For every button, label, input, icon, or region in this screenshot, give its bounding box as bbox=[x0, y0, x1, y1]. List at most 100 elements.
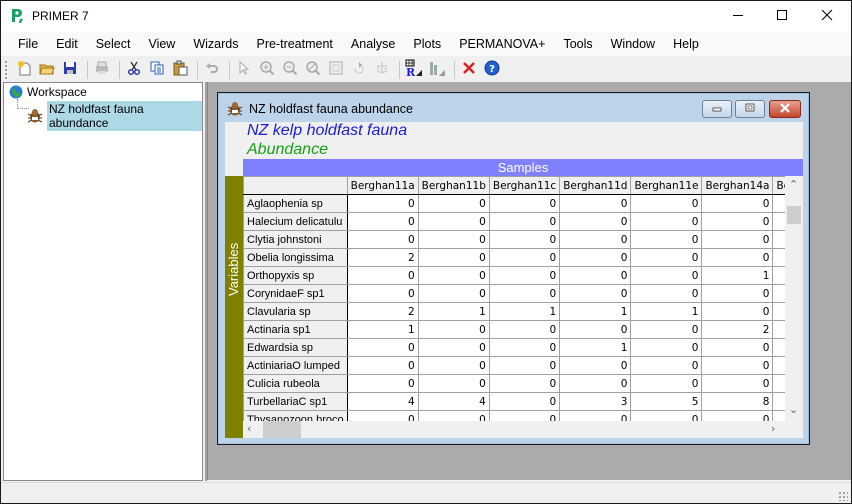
data-cell[interactable]: 0 bbox=[630, 374, 703, 393]
data-cell[interactable]: 0 bbox=[630, 194, 703, 213]
data-cell[interactable]: 1 bbox=[559, 338, 632, 357]
data-cell[interactable]: 0 bbox=[488, 410, 561, 421]
data-cell[interactable]: 0 bbox=[701, 248, 774, 267]
column-header[interactable]: Berghan11b bbox=[417, 176, 490, 195]
row-header[interactable]: Aglaophenia sp bbox=[243, 194, 348, 213]
menu-view[interactable]: View bbox=[139, 33, 184, 55]
data-cell[interactable] bbox=[772, 356, 785, 375]
data-cell[interactable]: 0 bbox=[630, 230, 703, 249]
data-cell[interactable]: 0 bbox=[417, 374, 490, 393]
pointer-button[interactable] bbox=[234, 60, 254, 80]
data-cell[interactable] bbox=[772, 266, 785, 285]
column-header[interactable]: Berghan11c bbox=[488, 176, 561, 195]
data-cell[interactable]: 0 bbox=[630, 284, 703, 303]
data-cell[interactable]: 5 bbox=[630, 392, 703, 411]
data-cell[interactable]: 0 bbox=[417, 212, 490, 231]
data-cell[interactable]: 0 bbox=[559, 374, 632, 393]
data-cell[interactable]: 0 bbox=[346, 356, 419, 375]
print-button[interactable] bbox=[92, 60, 112, 80]
data-cell[interactable]: 0 bbox=[488, 212, 561, 231]
worksheet-restore-button[interactable] bbox=[735, 100, 765, 118]
row-header[interactable]: Thysanozoon broco bbox=[243, 410, 348, 421]
menu-permanova[interactable]: PERMANOVA+ bbox=[450, 33, 554, 55]
data-cell[interactable]: 0 bbox=[488, 284, 561, 303]
data-cell[interactable] bbox=[772, 338, 785, 357]
data-cell[interactable] bbox=[772, 374, 785, 393]
data-cell[interactable]: 0 bbox=[701, 302, 774, 321]
data-cell[interactable]: 0 bbox=[346, 410, 419, 421]
data-cell[interactable]: 0 bbox=[559, 356, 632, 375]
data-cell[interactable]: 0 bbox=[559, 230, 632, 249]
new-file-button[interactable] bbox=[14, 60, 34, 80]
vertical-scrollbar[interactable]: ⌃ ⌄ bbox=[785, 176, 803, 421]
menu-edit[interactable]: Edit bbox=[47, 33, 87, 55]
rotate-button[interactable] bbox=[349, 60, 369, 80]
data-cell[interactable] bbox=[772, 284, 785, 303]
data-cell[interactable]: 1 bbox=[701, 266, 774, 285]
data-cell[interactable]: 0 bbox=[701, 194, 774, 213]
zoom-in-button[interactable] bbox=[257, 60, 277, 80]
cut-button[interactable] bbox=[124, 60, 144, 80]
data-cell[interactable]: 0 bbox=[630, 410, 703, 421]
data-cell[interactable]: 0 bbox=[559, 320, 632, 339]
column-header[interactable]: Berghan14a bbox=[701, 176, 774, 195]
data-cell[interactable] bbox=[772, 194, 785, 213]
menu-help[interactable]: Help bbox=[664, 33, 708, 55]
corner-cell[interactable] bbox=[243, 176, 348, 195]
horizontal-scroll-thumb[interactable] bbox=[263, 421, 301, 438]
data-cell[interactable] bbox=[772, 248, 785, 267]
menu-tools[interactable]: Tools bbox=[554, 33, 601, 55]
menu-select[interactable]: Select bbox=[87, 33, 140, 55]
data-cell[interactable]: 4 bbox=[346, 392, 419, 411]
data-cell[interactable]: 0 bbox=[417, 230, 490, 249]
worksheet-close-button[interactable] bbox=[769, 100, 801, 118]
maximize-button[interactable] bbox=[759, 1, 805, 32]
data-cell[interactable]: 0 bbox=[701, 230, 774, 249]
row-header[interactable]: Clytia johnstoni bbox=[243, 230, 348, 249]
data-cell[interactable]: 0 bbox=[701, 356, 774, 375]
data-cell[interactable]: 0 bbox=[417, 284, 490, 303]
menu-wizards[interactable]: Wizards bbox=[184, 33, 247, 55]
flip-button[interactable] bbox=[372, 60, 392, 80]
row-header[interactable]: Edwardsia sp bbox=[243, 338, 348, 357]
menu-pre-treatment[interactable]: Pre-treatment bbox=[247, 33, 341, 55]
menu-window[interactable]: Window bbox=[602, 33, 664, 55]
row-header[interactable]: Obelia longissima bbox=[243, 248, 348, 267]
save-button[interactable] bbox=[60, 60, 80, 80]
data-cell[interactable]: 0 bbox=[559, 284, 632, 303]
open-button[interactable] bbox=[37, 60, 57, 80]
data-cell[interactable] bbox=[772, 410, 785, 421]
help-button[interactable]: ? bbox=[482, 60, 502, 80]
row-header[interactable]: TurbellariaC sp1 bbox=[243, 392, 348, 411]
select-region-button[interactable] bbox=[326, 60, 346, 80]
row-labels-button[interactable]: R bbox=[404, 59, 424, 80]
data-cell[interactable]: 0 bbox=[701, 374, 774, 393]
data-cell[interactable]: 0 bbox=[488, 374, 561, 393]
data-cell[interactable]: 0 bbox=[559, 266, 632, 285]
tree-item-dataset[interactable]: NZ holdfast fauna abundance bbox=[26, 101, 202, 131]
menu-plots[interactable]: Plots bbox=[404, 33, 450, 55]
row-header[interactable]: Halecium delicatulu bbox=[243, 212, 348, 231]
column-header[interactable]: Berg bbox=[772, 176, 785, 195]
column-header[interactable]: Berghan11e bbox=[630, 176, 703, 195]
data-cell[interactable]: 0 bbox=[417, 410, 490, 421]
data-cell[interactable]: 0 bbox=[559, 248, 632, 267]
data-cell[interactable]: 0 bbox=[488, 320, 561, 339]
data-cell[interactable] bbox=[772, 212, 785, 231]
data-cell[interactable]: 1 bbox=[630, 302, 703, 321]
data-cell[interactable]: 0 bbox=[417, 320, 490, 339]
row-header[interactable]: Orthopyxis sp bbox=[243, 266, 348, 285]
toolbar-grip[interactable] bbox=[5, 60, 8, 79]
data-cell[interactable]: 2 bbox=[346, 248, 419, 267]
data-cell[interactable]: 0 bbox=[559, 410, 632, 421]
row-header[interactable]: Culicia rubeola bbox=[243, 374, 348, 393]
data-cell[interactable] bbox=[772, 320, 785, 339]
data-cell[interactable]: 0 bbox=[417, 356, 490, 375]
row-header[interactable]: CorynidaeF sp1 bbox=[243, 284, 348, 303]
minimize-button[interactable] bbox=[715, 1, 761, 32]
data-cell[interactable]: 8 bbox=[701, 392, 774, 411]
data-cell[interactable] bbox=[772, 392, 785, 411]
data-cell[interactable]: 0 bbox=[488, 230, 561, 249]
menu-analyse[interactable]: Analyse bbox=[342, 33, 404, 55]
data-cell[interactable]: 0 bbox=[417, 338, 490, 357]
